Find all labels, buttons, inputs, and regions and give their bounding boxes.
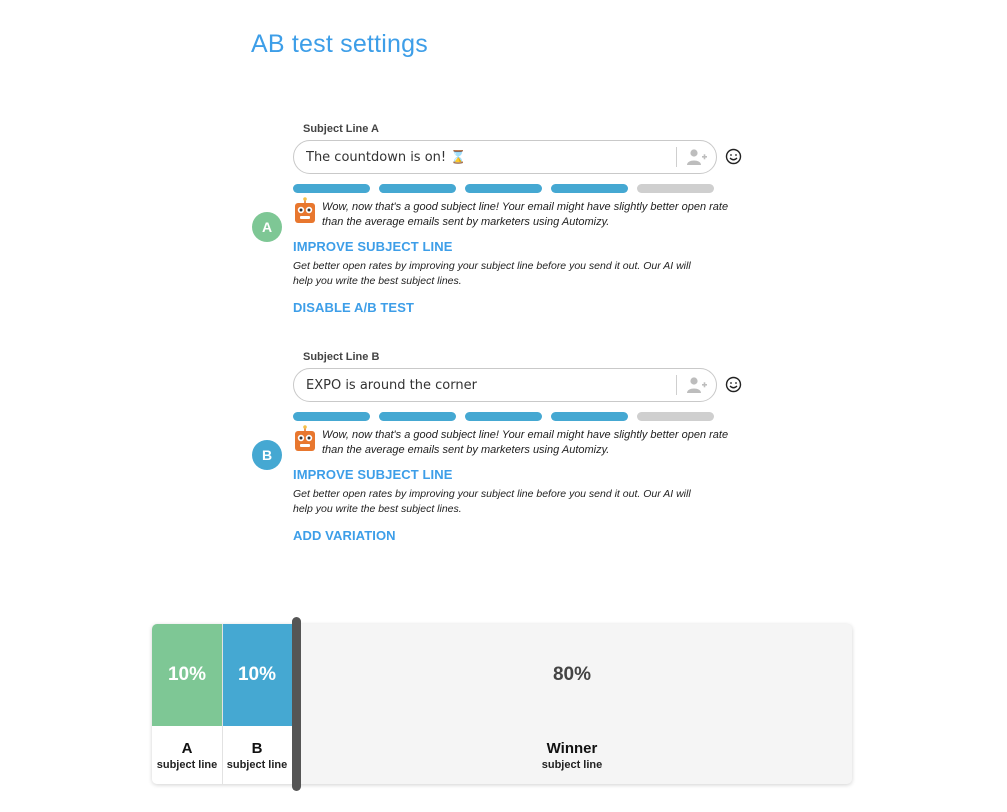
- split-column-a: 10% A subject line: [152, 624, 222, 784]
- ab-split-panel: 10% A subject line 10% B subject line 80…: [152, 624, 852, 784]
- strength-segment: [465, 184, 542, 193]
- emoji-picker-icon[interactable]: [725, 376, 742, 393]
- subject-strength-meter: [293, 412, 717, 421]
- strength-segment: [379, 412, 456, 421]
- add-personalization-icon[interactable]: [686, 376, 708, 394]
- split-footer-a: A subject line: [152, 726, 222, 784]
- subject-line-b-field: [293, 368, 717, 402]
- subject-line-a-field: [293, 140, 717, 174]
- add-variation-link[interactable]: ADD VARIATION: [293, 528, 396, 543]
- split-sub-winner: subject line: [541, 759, 603, 771]
- variant-badge-b: B: [252, 440, 282, 470]
- subject-feedback-text: Wow, now that's a good subject line! You…: [322, 429, 729, 456]
- strength-segment: [637, 184, 714, 193]
- page-title: AB test settings: [251, 30, 428, 58]
- subject-strength-meter: [293, 184, 717, 193]
- improve-description: Get better open rates by improving your …: [293, 260, 691, 287]
- emoji-picker-icon[interactable]: [725, 148, 742, 165]
- improve-subject-line-b-link[interactable]: IMPROVE SUBJECT LINE: [293, 467, 452, 482]
- subject-line-b-input[interactable]: [306, 369, 666, 401]
- subject-line-a-input[interactable]: [306, 141, 666, 173]
- split-column-winner: 80% Winner subject line: [292, 624, 852, 784]
- split-footer-b: B subject line: [222, 726, 292, 784]
- column-separator: [222, 624, 223, 784]
- split-name-winner: Winner: [546, 740, 598, 757]
- improve-description: Get better open rates by improving your …: [293, 488, 691, 515]
- split-sub-a: subject line: [156, 759, 218, 771]
- split-footer-winner: Winner subject line: [292, 726, 852, 784]
- split-percent-a: 10%: [167, 664, 207, 685]
- subject-feedback-text: Wow, now that's a good subject line! You…: [322, 201, 729, 228]
- strength-segment: [551, 184, 628, 193]
- split-percent-b: 10%: [237, 664, 277, 685]
- strength-segment: [637, 412, 714, 421]
- subject-line-a-label: Subject Line A: [303, 123, 379, 135]
- split-drag-handle[interactable]: [292, 617, 301, 791]
- input-divider: [676, 147, 677, 167]
- variant-badge-a: A: [252, 212, 282, 242]
- strength-segment: [551, 412, 628, 421]
- strength-segment: [379, 184, 456, 193]
- subject-line-b-label: Subject Line B: [303, 351, 380, 363]
- split-name-a: A: [181, 740, 193, 757]
- strength-segment: [293, 184, 370, 193]
- split-sub-b: subject line: [226, 759, 288, 771]
- strength-segment: [293, 412, 370, 421]
- add-personalization-icon[interactable]: [686, 148, 708, 166]
- improve-subject-line-a-link[interactable]: IMPROVE SUBJECT LINE: [293, 239, 452, 254]
- robot-icon: [295, 197, 315, 223]
- split-column-b: 10% B subject line: [222, 624, 292, 784]
- split-name-b: B: [251, 740, 263, 757]
- input-divider: [676, 375, 677, 395]
- disable-ab-test-link[interactable]: DISABLE A/B TEST: [293, 300, 414, 315]
- strength-segment: [465, 412, 542, 421]
- robot-icon: [295, 425, 315, 451]
- split-percent-winner: 80%: [552, 664, 592, 685]
